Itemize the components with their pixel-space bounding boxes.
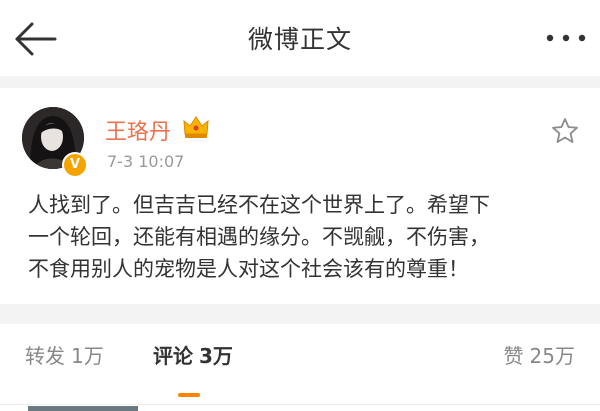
more-button[interactable]	[542, 28, 590, 48]
post-line: 人找到了。但吉吉已经不在这个世界上了。希望下	[28, 193, 490, 217]
star-icon	[552, 118, 578, 143]
divider-line	[0, 404, 600, 405]
tab-label: 转发	[25, 344, 65, 368]
verified-badge: V	[62, 152, 88, 178]
verified-v-icon: V	[69, 157, 81, 172]
comment-count: 3万	[199, 344, 233, 368]
tab-label: 评论	[153, 344, 193, 368]
post-line: 不食用别人的宠物是人对这个社会该有的尊重！	[28, 257, 469, 281]
author-name[interactable]: 王珞丹	[105, 114, 171, 146]
tab-like[interactable]: 赞 25万	[504, 340, 575, 369]
comment-preview-image	[28, 406, 138, 411]
favorite-button[interactable]	[550, 116, 580, 146]
section-divider	[0, 76, 600, 88]
tab-comment[interactable]: 评论 3万	[153, 340, 233, 369]
like-count: 25万	[529, 344, 575, 368]
post-timestamp: 7-3 10:07	[107, 152, 185, 171]
post-content: 人找到了。但吉吉已经不在这个世界上了。希望下 一个轮回，还能有相遇的缘分。不觊觎…	[28, 189, 588, 285]
active-tab-indicator	[178, 393, 200, 397]
repost-count: 1万	[71, 344, 104, 368]
tab-repost[interactable]: 转发 1万	[25, 340, 104, 369]
more-dots-icon	[546, 34, 586, 42]
section-divider	[0, 304, 600, 324]
top-nav-bar: 微博正文	[0, 0, 600, 76]
tab-label: 赞	[503, 344, 524, 368]
post-line: 一个轮回，还能有相遇的缘分。不觊觎，不伤害，	[28, 225, 490, 249]
page-title: 微博正文	[247, 25, 352, 54]
crown-icon	[182, 114, 210, 140]
